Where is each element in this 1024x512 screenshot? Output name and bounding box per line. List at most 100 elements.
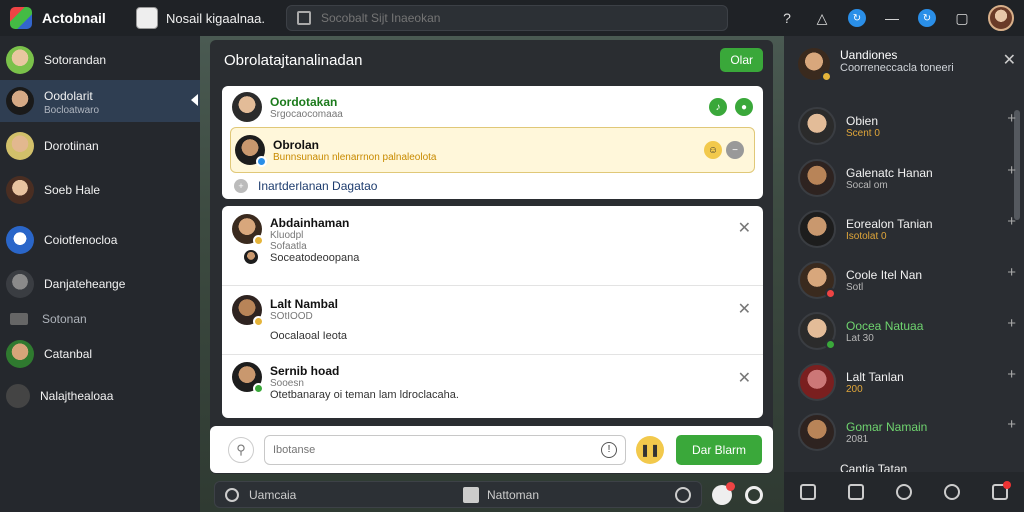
right-panel-avatar [798,48,832,82]
sidebar-avatar [6,226,34,254]
message-input-box[interactable]: ! [264,434,626,465]
notification-icon[interactable] [712,482,735,505]
add-contact-icon[interactable]: + [1007,264,1016,281]
bottom-nav-label: Nattoman [487,487,540,502]
image-icon[interactable] [463,486,479,503]
group-name: Oordotakan [270,94,338,109]
sidebar-item-7[interactable]: Sotonan [0,304,200,334]
contact-sub: Socal om [846,179,888,191]
sidebar-item-6[interactable]: Danjateheange [0,264,200,304]
contact-sub: Isotolat 0 [846,230,887,242]
contact-item[interactable]: Coole Itel Nan Sotl + [798,260,1016,300]
call-icon[interactable]: ♪ [709,98,727,116]
bottom-search-label: Uamcaia [249,487,297,502]
message-entry[interactable]: Lalt Nambal SOtIOOD Oocalaoal Ieota ✕ [222,287,763,355]
message-input[interactable] [273,443,573,456]
message-entry[interactable]: Abdainhaman Kluodpl Sofaatla Soceatodeoo… [222,206,763,286]
entry-sub: SOtIOOD [270,311,313,322]
send-button[interactable]: Dar Blarm [676,434,762,465]
emoji-icon[interactable] [675,486,691,503]
group-row[interactable]: Oordotakan Srgocaocomaaa ♪ ● [232,92,753,122]
contact-item[interactable]: Galenatc Hanan Socal om + [798,158,1016,198]
sidebar-item-label: Nalajthealoaa [40,389,114,403]
sidebar-item-label: Sotorandan [44,53,107,67]
sidebar-avatar [6,46,34,74]
video-icon[interactable]: ● [735,98,753,116]
contact-item[interactable]: Eorealon Tanian Isotolat 0 + [798,209,1016,249]
sidebar-item-label: Danjateheange [44,277,126,291]
add-contact-icon[interactable]: + [1007,366,1016,383]
contact-sub: Sotl [846,281,864,293]
contact-avatar [798,210,836,248]
add-member-row[interactable]: + Inartderlanan Dagatao [234,178,763,194]
user-avatar[interactable] [988,5,1014,31]
app-logo-icon [10,7,32,29]
add-contact-icon[interactable]: + [1007,416,1016,433]
sidebar-item-2[interactable]: Oodolarit Bocloatwaro [0,80,200,122]
contact-avatar [798,363,836,401]
attach-icon[interactable]: ⚲ [228,436,254,463]
contact-name: Eorealon Tanian [846,216,933,231]
minus-icon[interactable]: — [883,9,901,27]
contact-item[interactable]: Obien Scent 0 + [798,106,1016,146]
profile-chip-icon [136,7,158,29]
bottom-search-bar[interactable]: Uamcaia Nattoman [214,481,702,508]
contact-sub: 2081 [846,433,869,445]
right-panel: Uandiones Coorreneccacla toneeri ✕ Obien… [784,36,1024,512]
sidebar-item-1[interactable]: Sotorandan [0,40,200,80]
entry-sub: Sooesn [270,378,304,389]
add-contact-icon[interactable]: + [1007,162,1016,179]
highlighted-message[interactable]: Obrolan Bunnsunaun nlenarrnon palnaleolo… [230,127,755,173]
top-search-input[interactable] [321,11,701,25]
contact-item[interactable]: Oocea Natuaa Lat 30 + [798,311,1016,351]
sync-icon[interactable]: ↻ [918,9,936,27]
profile-chip[interactable]: Nosail kigaalnaa. [136,7,265,29]
bell-icon[interactable]: △ [813,9,831,27]
sidebar: Sotorandan Oodolarit Bocloatwaro Dorotii… [0,36,200,512]
sidebar-avatar [6,340,34,368]
close-icon[interactable]: ✕ [738,218,751,238]
settings-icon[interactable] [745,486,763,504]
close-icon[interactable]: ✕ [738,368,751,388]
add-contact-icon[interactable]: + [1007,315,1016,332]
info-icon[interactable] [896,484,912,500]
header-action-button[interactable]: Olar [720,48,763,72]
contact-avatar [798,413,836,451]
sidebar-item-9[interactable]: Nalajthealoaa [0,376,200,416]
sidebar-item-8[interactable]: Catanbal [0,334,200,374]
window-icon[interactable]: ▢ [953,9,971,27]
contact-item[interactable]: Gomar Namain 2081 + [798,412,1016,452]
sidebar-avatar [6,176,34,204]
sidebar-item-4[interactable]: Soeb Hale [0,170,200,210]
message-avatar [235,135,267,167]
contact-sub: 200 [846,383,863,395]
add-contact-icon[interactable]: + [1007,213,1016,230]
entry-avatar [232,295,264,327]
refresh-icon[interactable]: ↻ [848,9,866,27]
info-icon[interactable]: ! [601,441,617,458]
emoji-icon[interactable]: ☺ [704,141,722,159]
inbox-icon[interactable] [992,481,1011,500]
sidebar-item-3[interactable]: Dorotiinan [0,126,200,166]
entry-name: Abdainhaman [270,216,350,230]
help-icon[interactable]: ? [778,9,796,27]
pause-icon[interactable]: ❚❚ [636,435,664,464]
top-search-box[interactable] [286,5,728,31]
home-icon[interactable] [800,484,816,500]
contact-name: Obien [846,113,879,128]
entry-name: Lalt Nambal [270,297,339,311]
add-contact-icon[interactable]: + [1007,110,1016,127]
folder-icon [10,313,28,325]
contact-item[interactable]: Lalt Tanlan 200 + [798,362,1016,402]
message-entry[interactable]: Sernib hoad Sooesn Otetbanaray oi teman … [222,356,763,418]
minus-circle-icon[interactable]: − [726,141,744,159]
bookmark-icon[interactable] [848,484,864,500]
contact-name: Gomar Namain [846,419,928,434]
close-icon[interactable]: ✕ [1003,50,1016,70]
close-icon[interactable]: ✕ [738,299,751,319]
group-icon[interactable] [944,484,960,500]
group-card: Oordotakan Srgocaocomaaa ♪ ● Obrolan Bun… [222,86,763,199]
tools-icon [6,384,30,408]
sidebar-item-5[interactable]: Coiotfenocloa [0,220,200,260]
entry-avatar [232,214,264,246]
